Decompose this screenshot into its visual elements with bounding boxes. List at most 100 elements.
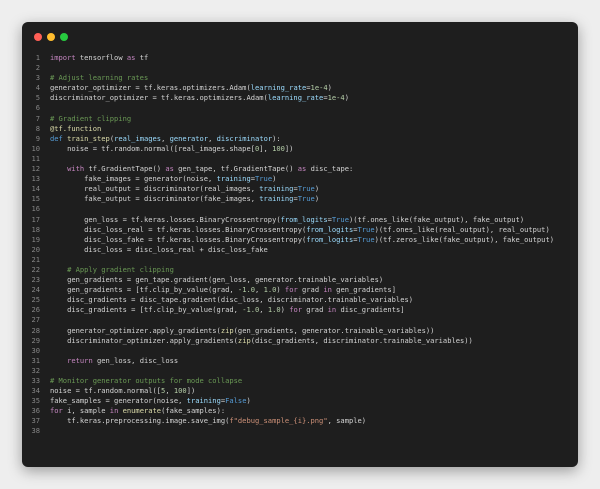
code-token: gen_gradients = [tf.clip_by_value(grad,	[50, 285, 238, 295]
window-titlebar	[22, 22, 578, 50]
code-token: i, sample	[62, 406, 110, 416]
code-token: grad	[302, 305, 328, 315]
close-window-button[interactable]	[34, 33, 42, 41]
code-line: 21	[22, 255, 578, 265]
code-line: 1 import tensorflow as tf	[22, 53, 578, 63]
code-token: ],	[259, 143, 273, 153]
code-token: True	[357, 234, 375, 244]
line-number: 20	[31, 244, 40, 254]
line-number: 30	[31, 345, 40, 355]
code-editor[interactable]: 1 import tensorflow as tf 2 3 # Adjust learn…	[22, 53, 578, 437]
code-token: training	[259, 194, 294, 204]
code-token: 1e-4	[310, 83, 328, 93]
code-token: tf.keras.preprocessing.image.save_img(	[50, 416, 230, 426]
code-token: ,	[165, 386, 174, 396]
code-token: training	[216, 174, 251, 184]
code-line: 18 disc_loss_real = tf.keras.losses.Bina…	[22, 225, 578, 235]
line-number: 8	[35, 123, 40, 133]
line-number: 15	[31, 194, 40, 204]
code-token: disc_gradients = disc_tape.gradient(disc…	[50, 295, 414, 305]
code-line: 33 # Monitor generator outputs for mode c…	[22, 376, 578, 386]
code-token: 100	[272, 143, 285, 153]
code-token: def	[50, 133, 63, 143]
code-token: True	[255, 174, 273, 184]
code-token: in	[323, 285, 332, 295]
line-number: 4	[35, 83, 40, 93]
code-line: 32	[22, 366, 578, 376]
line-number: 1	[35, 53, 40, 62]
code-line: 12 with tf.GradientTape() as gen_tape, t…	[22, 164, 578, 174]
line-number: 25	[31, 295, 40, 305]
code-token: real_images	[114, 133, 162, 143]
code-token: )(tf.zeros_like(fake_output), fake_outpu…	[374, 234, 554, 244]
code-token: 1.0	[263, 285, 277, 295]
code-line: 23 gen_gradients = gen_tape.gradient(gen…	[22, 275, 578, 285]
code-line: 24 gen_gradients = [tf.clip_by_value(gra…	[22, 285, 578, 295]
code-token: False	[225, 396, 247, 406]
line-number: 26	[31, 305, 40, 315]
code-token: ,	[161, 133, 170, 143]
code-token: learning_rate	[250, 83, 307, 93]
code-token: generator_optimizer.apply_gradients(	[50, 325, 221, 335]
code-token: real_output = discriminator(real_images,	[50, 184, 260, 194]
code-token: # Adjust learning rates	[50, 73, 149, 83]
code-line: 16	[22, 204, 578, 214]
code-token: return	[67, 355, 93, 365]
code-token: noise = tf.random.normal([real_images.sh…	[50, 143, 255, 153]
code-line: 35 fake_samples = generator(noise, traini…	[22, 396, 578, 406]
line-number: 24	[31, 285, 40, 295]
code-line: 25 disc_gradients = disc_tape.gradient(d…	[22, 295, 578, 305]
line-number: 10	[31, 143, 40, 153]
code-token: gen_tape, tf.GradientTape()	[173, 164, 298, 174]
line-number: 35	[31, 396, 40, 406]
code-line: 7 # Gradient clipping	[22, 114, 578, 124]
code-token: in	[327, 305, 337, 315]
code-token: grad	[297, 285, 324, 295]
line-number: 6	[35, 103, 40, 113]
code-token: )	[327, 83, 332, 93]
code-line: 30	[22, 346, 578, 356]
code-token: from_logits	[306, 224, 354, 234]
code-token: (disc_gradients, discriminator.trainable…	[250, 335, 473, 345]
code-token: # Apply gradient clipping	[50, 264, 174, 274]
code-token: (gen_gradients, generator.trainable_vari…	[233, 325, 435, 335]
maximize-window-button[interactable]	[60, 33, 68, 41]
code-token: )	[314, 194, 320, 204]
code-line: 10 noise = tf.random.normal([real_images…	[22, 144, 578, 154]
code-token: tf.GradientTape()	[84, 164, 166, 174]
line-number: 5	[35, 93, 40, 103]
code-line: 8 @tf.function	[22, 124, 578, 134]
code-token: 100	[173, 386, 187, 396]
code-token: tensorflow	[75, 53, 127, 62]
code-token: )	[314, 184, 320, 194]
code-token: (fake_samples):	[161, 406, 226, 416]
code-line: 17 gen_loss = tf.keras.losses.BinaryCros…	[22, 215, 578, 225]
minimize-window-button[interactable]	[47, 33, 55, 41]
code-line: 6	[22, 103, 578, 113]
code-token: )	[344, 93, 349, 103]
line-number: 12	[31, 164, 40, 174]
code-token: )	[272, 174, 277, 184]
code-token: learning_rate	[267, 93, 324, 103]
line-number: 16	[31, 204, 40, 214]
code-line: 3 # Adjust learning rates	[22, 73, 578, 83]
code-token: True	[357, 224, 375, 234]
code-line: 31 return gen_loss, disc_loss	[22, 356, 578, 366]
code-token: disc_tape:	[306, 164, 354, 174]
code-window: 1 import tensorflow as tf 2 3 # Adjust learn…	[22, 22, 578, 467]
line-number: 3	[35, 73, 40, 83]
code-token: disc_gradients = [tf.clip_by_value(grad,	[50, 305, 243, 315]
line-number: 38	[31, 426, 40, 436]
code-token: train_step	[67, 133, 110, 143]
code-line: 28 generator_optimizer.apply_gradients(z…	[22, 326, 578, 336]
code-token: import	[50, 53, 76, 62]
code-line: 15 fake_output = discriminator(fake_imag…	[22, 194, 578, 204]
code-line: 36 for i, sample in enumerate(fake_sample…	[22, 406, 578, 416]
code-token: from_logits	[280, 214, 328, 224]
code-line: 19 disc_loss_fake = tf.keras.losses.Bina…	[22, 235, 578, 245]
code-token: generator	[169, 133, 209, 143]
line-number: 22	[31, 264, 40, 274]
code-line: 5 discriminator_optimizer = tf.keras.opti…	[22, 93, 578, 103]
line-number: 31	[31, 355, 40, 365]
